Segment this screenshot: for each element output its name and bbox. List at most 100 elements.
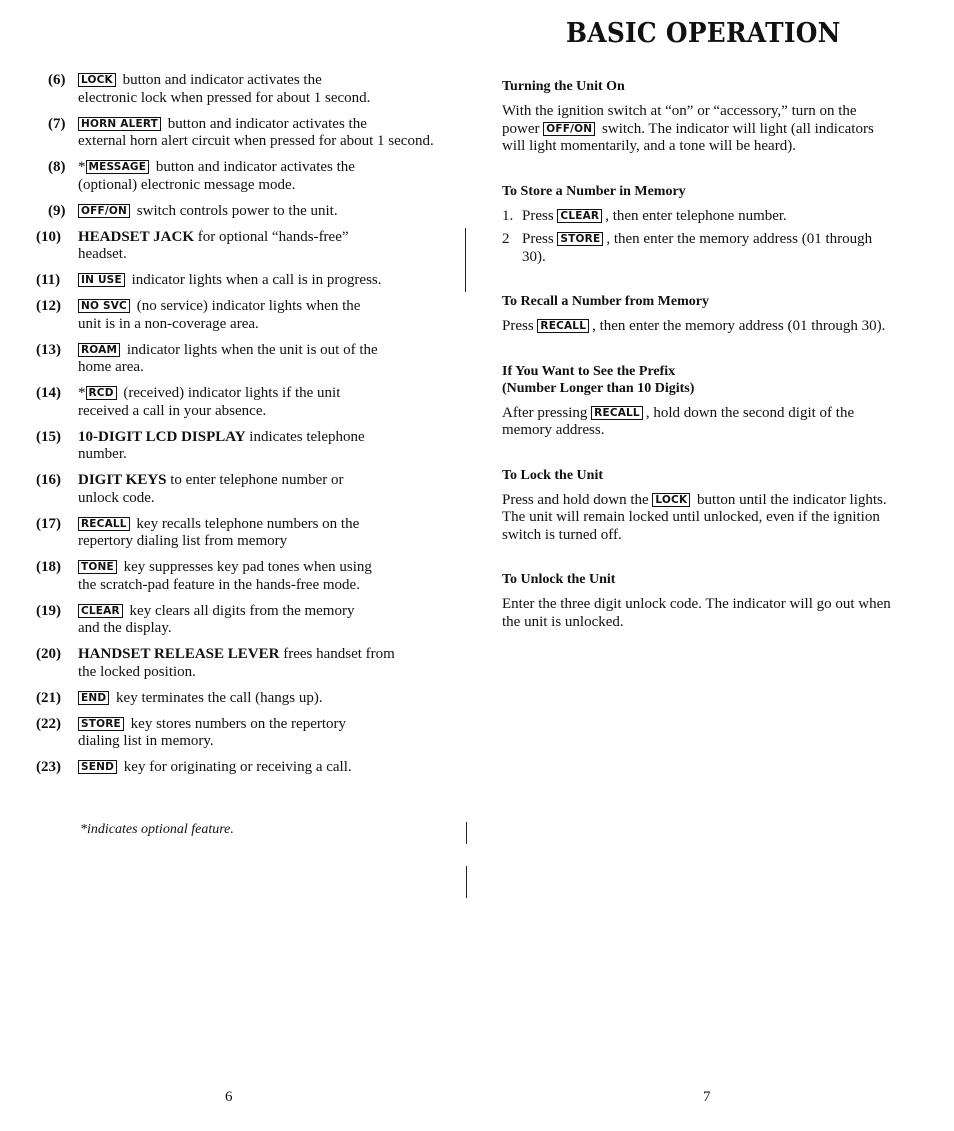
optional-feature-footnote: *indicates optional feature.: [80, 822, 234, 837]
step-text: Press: [522, 207, 554, 224]
step-text: , then enter telephone number.: [605, 207, 787, 224]
component-list-item: (19) CLEAR key clears all digits from the…: [36, 603, 446, 638]
heading-line: (Number Longer than 10 Digits): [502, 380, 695, 396]
item-description-continued: number.: [78, 446, 127, 462]
item-number: (10): [36, 228, 61, 245]
section-body: After pressing RECALL, hold down the sec…: [502, 405, 892, 440]
component-list-item: (6) LOCK button and indicator activates t…: [36, 72, 446, 107]
step-item: 1. Press CLEAR, then enter telephone num…: [502, 208, 892, 226]
item-description-continued: external horn alert circuit when pressed…: [78, 133, 434, 149]
item-description: switch controls power to the unit.: [136, 202, 338, 219]
component-list-item: (7) HORN ALERT button and indicator activ…: [36, 116, 446, 151]
item-number: (11): [36, 272, 61, 288]
component-list-item: (16) DIGIT KEYS to enter telephone number…: [36, 472, 446, 507]
section-lock-unit: To Lock the Unit Press and hold down the…: [502, 467, 892, 545]
item-description-continued: unlock code.: [78, 489, 155, 506]
item-description-continued: repertory dialing list from memory: [78, 533, 288, 549]
heading-line: If You Want to See the Prefix: [502, 363, 676, 379]
component-list-item: (23) SEND key for originating or receivin…: [36, 759, 446, 777]
body-text: , then enter the memory address (01 thro…: [592, 318, 886, 334]
section-body: Press and hold down the LOCK button unti…: [502, 492, 892, 545]
key-label: RECALL: [78, 516, 130, 531]
section-unlock-unit: To Unlock the Unit Enter the three digit…: [502, 571, 892, 631]
item-number: (14): [36, 385, 61, 401]
component-term: HANDSET RELEASE LEVER: [78, 646, 280, 662]
component-list-item: (20) HANDSET RELEASE LEVER frees handset …: [36, 646, 446, 681]
key-label: SEND: [78, 760, 118, 774]
component-term: HEADSET JACK: [78, 228, 195, 245]
body-text: Press and hold down the: [502, 491, 649, 508]
optional-asterisk: *: [78, 159, 86, 175]
item-description: indicator lights when a call is in progr…: [131, 272, 382, 288]
section-heading: To Store a Number in Memory: [502, 183, 686, 199]
section-heading: If You Want to See the Prefix (Number Lo…: [502, 363, 892, 397]
component-list: (6) LOCK button and indicator activates t…: [36, 72, 446, 785]
item-number: (13): [36, 341, 61, 358]
item-description: key clears all digits from the memory: [129, 602, 355, 619]
component-list-item: (13) ROAM indicator lights when the unit …: [36, 342, 446, 377]
item-description: for optional “hands-free”: [197, 228, 349, 245]
component-list-item: (9) OFF/ON switch controls power to the u…: [36, 203, 446, 221]
item-description: button and indicator activates the: [167, 115, 367, 132]
section-store-number: To Store a Number in Memory 1. Press CLE…: [502, 183, 892, 267]
key-label: ROAM: [78, 342, 121, 357]
store-steps: 1. Press CLEAR, then enter telephone num…: [502, 208, 892, 267]
component-list-item: (21) END key terminates the call (hangs u…: [36, 690, 446, 708]
section-heading: To Lock the Unit: [502, 467, 604, 483]
item-number: (8): [48, 159, 66, 175]
item-description: key suppresses key pad tones when using: [123, 559, 372, 575]
item-description-continued: the scratch-pad feature in the hands-fre…: [78, 576, 360, 593]
basic-operation-instructions: Turning the Unit On With the ignition sw…: [502, 78, 892, 658]
key-label: IN USE: [78, 273, 125, 287]
item-description-continued: dialing list in memory.: [78, 733, 214, 749]
item-description-continued: home area.: [78, 359, 144, 375]
store-key-label: STORE: [557, 232, 604, 246]
key-label: OFF/ON: [78, 203, 131, 218]
item-description-continued: (optional) electronic message mode.: [78, 176, 296, 193]
item-description: (received) indicator lights if the unit: [123, 385, 341, 401]
item-description-continued: electronic lock when pressed for about 1…: [78, 89, 371, 106]
component-term: 10-DIGIT LCD DISPLAY: [78, 428, 246, 445]
key-label: CLEAR: [78, 603, 123, 618]
item-description: button and indicator activates the: [122, 72, 322, 88]
page-number-right: 7: [703, 1089, 711, 1105]
recall-key-label: RECALL: [537, 319, 590, 333]
section-turning-unit-on: Turning the Unit On With the ignition sw…: [502, 78, 892, 156]
item-description: (no service) indicator lights when the: [136, 298, 361, 314]
step-number: 1.: [502, 207, 514, 224]
gutter-mark: [466, 822, 467, 844]
key-label: STORE: [78, 716, 124, 731]
gutter-mark: [466, 866, 467, 898]
recall-key-label: RECALL: [591, 405, 643, 420]
item-description-continued: and the display.: [78, 620, 172, 636]
key-label: END: [78, 690, 110, 705]
key-label: TONE: [78, 560, 117, 574]
off-on-key-label: OFF/ON: [543, 121, 596, 136]
item-number: (20): [36, 646, 61, 662]
item-description: key terminates the call (hangs up).: [116, 689, 323, 706]
item-number: (19): [36, 602, 61, 619]
component-term: DIGIT KEYS: [78, 472, 167, 488]
item-description: to enter telephone number or: [170, 472, 344, 488]
component-list-item: (18) TONE key suppresses key pad tones wh…: [36, 559, 446, 594]
component-list-item: (12) NO SVC (no service) indicator lights…: [36, 298, 446, 333]
section-body: Press RECALL, then enter the memory addr…: [502, 318, 892, 336]
component-list-item: (15) 10-DIGIT LCD DISPLAY indicates telep…: [36, 429, 446, 464]
key-label: LOCK: [78, 73, 116, 87]
section-body: With the ignition switch at “on” or “acc…: [502, 103, 892, 156]
page-number-left: 6: [225, 1089, 233, 1105]
item-number: (22): [36, 715, 61, 732]
key-label: HORN ALERT: [78, 116, 162, 131]
page-title: BASIC OPERATION: [566, 18, 841, 49]
section-heading: Turning the Unit On: [502, 79, 625, 94]
component-list-item: (14) * RCD (received) indicator lights if …: [36, 385, 446, 420]
item-number: (16): [36, 472, 61, 488]
item-description-continued: received a call in your absence.: [78, 402, 267, 419]
item-description: indicator lights when the unit is out of…: [126, 341, 378, 358]
component-list-item: (11) IN USE indicator lights when a call …: [36, 272, 446, 290]
lock-key-label: LOCK: [652, 492, 691, 507]
item-description: indicates telephone: [249, 428, 365, 445]
item-number: (9): [48, 202, 66, 219]
body-text: After pressing: [502, 404, 588, 421]
key-label: RCD: [85, 386, 117, 400]
